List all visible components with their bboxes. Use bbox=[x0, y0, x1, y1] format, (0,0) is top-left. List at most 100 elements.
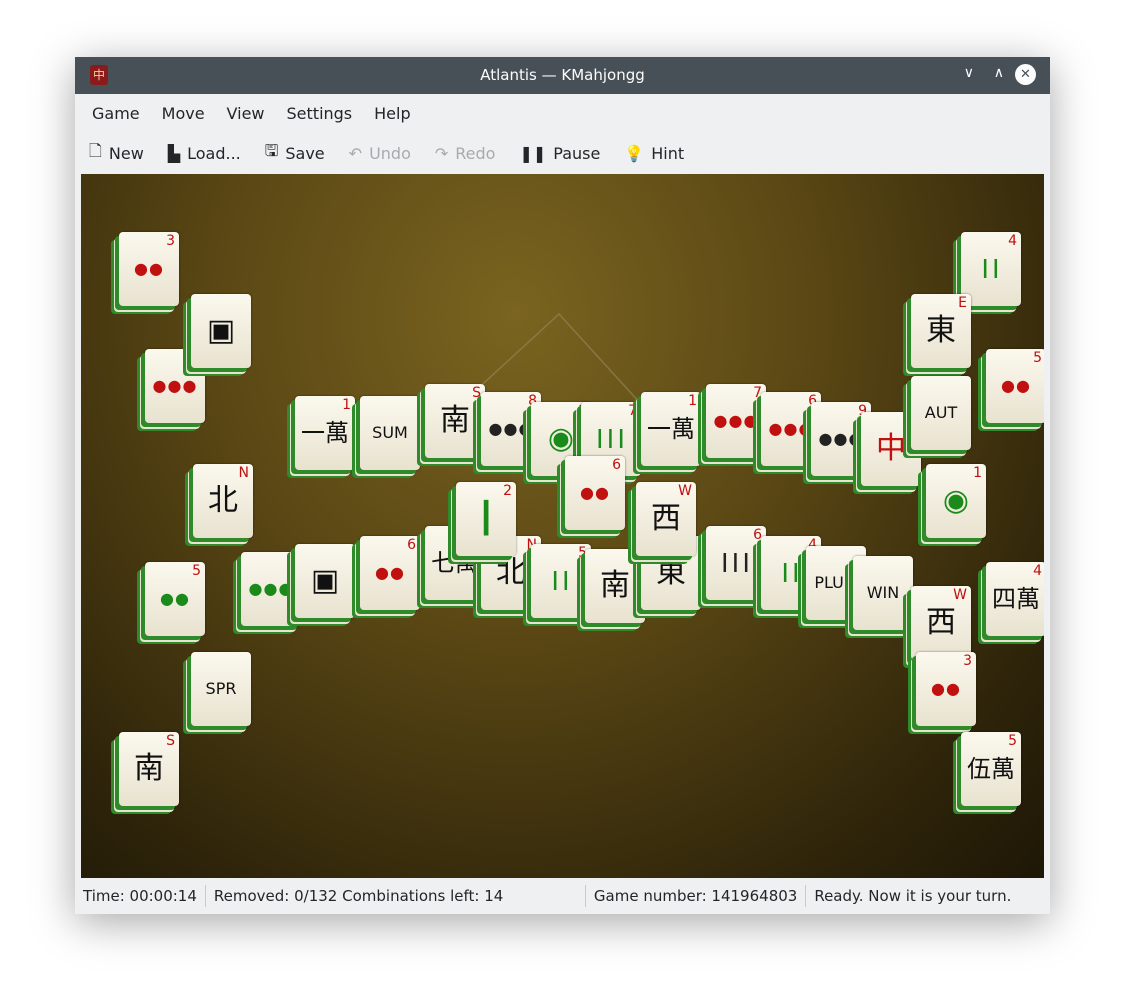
status-bar: Time: 00:00:14 Removed: 0/132 Combinatio… bbox=[75, 878, 1050, 914]
hint-button[interactable]: 💡 Hint bbox=[624, 144, 684, 163]
status-time: Time: 00:00:14 bbox=[75, 885, 206, 907]
mahjong-tile[interactable]: ●● 5 bbox=[986, 349, 1044, 423]
mahjong-tile[interactable]: 四萬 4 bbox=[986, 562, 1044, 636]
mahjong-tile[interactable]: 西W bbox=[636, 482, 696, 556]
tile-face: ●●● bbox=[248, 579, 294, 598]
folder-icon: ▙ bbox=[167, 143, 181, 163]
mahjong-tile[interactable]: 南S bbox=[119, 732, 179, 806]
menu-view[interactable]: View bbox=[220, 104, 272, 123]
tile-face: WIN bbox=[866, 583, 900, 602]
mahjong-tile[interactable]: ┃┃┃ 6 bbox=[706, 526, 766, 600]
game-board[interactable]: 一萬1SUM南S●●●8◉1┃┃┃7一萬1●●●7●●●6●●●9中C●●●9▣… bbox=[81, 174, 1044, 878]
tile-face: 南 bbox=[440, 403, 470, 438]
mahjong-tile[interactable]: ●● 6 bbox=[565, 456, 625, 530]
tile-corner-index: 3 bbox=[166, 233, 175, 249]
redo-icon: ↷ bbox=[434, 143, 449, 163]
mahjong-tile[interactable]: SPR bbox=[191, 652, 251, 726]
pause-icon: ❚❚ bbox=[519, 143, 547, 163]
mahjong-tile[interactable]: ●●● 9 bbox=[241, 552, 301, 626]
mahjong-tile[interactable]: ▣ bbox=[295, 544, 355, 618]
mahjong-tile[interactable]: ┃ 2 bbox=[456, 482, 516, 556]
tile-face: ●● bbox=[1001, 376, 1031, 395]
mahjong-tile[interactable]: ▣ bbox=[191, 294, 251, 368]
toolbar: 🗋 New ▙ Load... 🖫 Save ↶ Undo ↷ Redo ❚❚ Pause … bbox=[75, 132, 1050, 174]
tile-face: ┃┃ bbox=[550, 571, 572, 590]
load-button[interactable]: ▙ Load... bbox=[168, 144, 241, 163]
mahjong-tile[interactable]: ●● 3 bbox=[119, 232, 179, 306]
mahjong-tile[interactable]: 東E bbox=[911, 294, 971, 368]
save-button[interactable]: 🖫 Save bbox=[265, 140, 325, 167]
tile-face: ┃┃┃ bbox=[595, 429, 627, 448]
tile-face: ●●● bbox=[713, 411, 759, 430]
tile-face: ◉ bbox=[942, 483, 970, 518]
minimize-icon[interactable]: ∨ bbox=[964, 65, 974, 81]
menu-move[interactable]: Move bbox=[155, 104, 212, 123]
tile-face: 西 bbox=[651, 501, 681, 536]
tile-face: ●●● bbox=[152, 376, 198, 395]
tile-corner-index: 4 bbox=[1033, 563, 1042, 579]
status-game-number: Game number: 141964803 bbox=[586, 885, 807, 907]
tile-face: 北 bbox=[208, 483, 238, 518]
new-button[interactable]: 🗋 New bbox=[89, 140, 144, 167]
redo-button[interactable]: ↷ Redo bbox=[435, 144, 496, 163]
tile-corner-index: 6 bbox=[407, 537, 416, 553]
mahjong-tile[interactable]: 一萬 1 bbox=[295, 396, 355, 470]
mahjong-tile[interactable]: ●● 5 bbox=[145, 562, 205, 636]
mahjong-tile[interactable]: ●● 6 bbox=[360, 536, 420, 610]
floppy-icon: 🖫 bbox=[264, 140, 279, 160]
lightbulb-icon: 💡 bbox=[624, 143, 645, 163]
mahjong-tile[interactable]: 北N bbox=[193, 464, 253, 538]
undo-button[interactable]: ↶ Undo bbox=[349, 144, 411, 163]
maximize-icon[interactable]: ∧ bbox=[994, 65, 1004, 81]
tile-corner-index: N bbox=[238, 465, 249, 481]
tile-corner-index: 5 bbox=[192, 563, 201, 579]
tile-face: ●● bbox=[375, 563, 405, 582]
tile-face: SUM bbox=[372, 423, 408, 442]
tile-face: ┃┃┃ bbox=[720, 553, 752, 572]
tile-face: 西 bbox=[926, 605, 956, 640]
mahjong-tile[interactable]: 南S bbox=[425, 384, 485, 458]
tile-face: ▣ bbox=[310, 563, 340, 598]
mahjong-tile[interactable]: SUM bbox=[360, 396, 420, 470]
mahjong-tile[interactable]: 南S bbox=[585, 549, 645, 623]
close-icon[interactable]: ✕ bbox=[1015, 64, 1036, 85]
tile-face: ●●● bbox=[768, 419, 814, 438]
mahjong-tile[interactable]: ┃┃ 5 bbox=[531, 544, 591, 618]
new-document-icon: 🗋 bbox=[89, 140, 102, 160]
mahjong-tile[interactable]: 伍萬 5 bbox=[961, 732, 1021, 806]
tile-face: 一萬 bbox=[301, 419, 349, 447]
menu-settings[interactable]: Settings bbox=[280, 104, 360, 123]
tile-corner-index: 3 bbox=[963, 653, 972, 669]
mahjong-tile[interactable]: 一萬 1 bbox=[641, 392, 701, 466]
tile-face: ●● bbox=[580, 483, 610, 502]
menu-game[interactable]: Game bbox=[85, 104, 147, 123]
tile-face: 四萬 bbox=[992, 585, 1040, 613]
tile-face: 伍萬 bbox=[967, 755, 1015, 783]
mahjong-tile[interactable]: WIN bbox=[853, 556, 913, 630]
menu-help[interactable]: Help bbox=[367, 104, 417, 123]
pause-button[interactable]: ❚❚ Pause bbox=[519, 144, 600, 163]
tile-face: 北 bbox=[496, 555, 526, 590]
mahjong-tile[interactable]: ●● 3 bbox=[916, 652, 976, 726]
tile-face: 東 bbox=[926, 313, 956, 348]
mahjong-tile[interactable]: ◉1 bbox=[926, 464, 986, 538]
tile-face: ┃┃ bbox=[780, 563, 802, 582]
tile-corner-index: W bbox=[678, 483, 692, 499]
tile-face: ▣ bbox=[206, 313, 236, 348]
tile-face: ┃ bbox=[476, 501, 496, 536]
tile-face: ●● bbox=[160, 589, 190, 608]
mahjong-tile[interactable]: AUT bbox=[911, 376, 971, 450]
tile-face: 南 bbox=[134, 751, 164, 786]
mahjong-tile[interactable]: ●●●7 bbox=[706, 384, 766, 458]
undo-icon: ↶ bbox=[348, 143, 363, 163]
tile-face: ●● bbox=[931, 679, 961, 698]
tile-face: 一萬 bbox=[647, 415, 695, 443]
status-message: Ready. Now it is your turn. bbox=[814, 887, 1012, 905]
tile-face: ●● bbox=[134, 259, 164, 278]
tile-corner-index: 6 bbox=[612, 457, 621, 473]
tile-face: 南 bbox=[600, 568, 630, 603]
tile-face: ◉ bbox=[547, 421, 575, 456]
tile-corner-index: S bbox=[472, 385, 481, 401]
mahjong-tile[interactable]: 西W bbox=[911, 586, 971, 660]
tile-corner-index: 2 bbox=[503, 483, 512, 499]
